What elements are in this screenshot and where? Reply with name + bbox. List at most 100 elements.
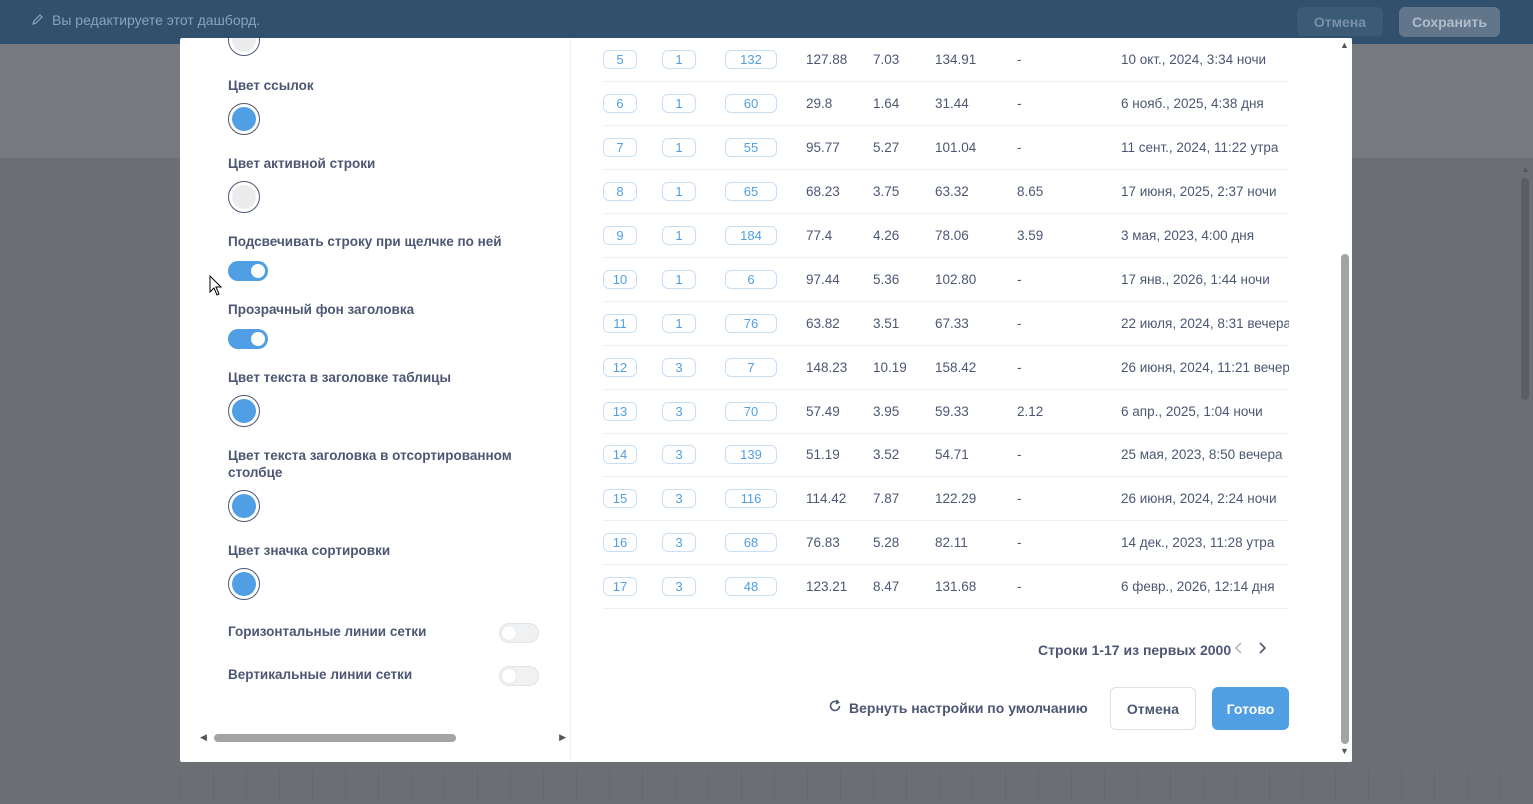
id-pill[interactable]: 116 [725, 489, 777, 509]
link-color-swatch[interactable] [228, 103, 260, 135]
id-pill[interactable]: 1 [662, 94, 696, 114]
scroll-up-icon[interactable]: ▲ [1521, 164, 1530, 174]
table-row[interactable]: 6 1 60 29.8 1.64 31.44 - 6 нояб., 2025, 4:38 дн… [603, 81, 1289, 127]
table-row[interactable]: 7 1 55 95.77 5.27 101.04 - 11 сент., 2024, 11:2… [603, 125, 1289, 171]
table-row[interactable]: 13 3 70 57.49 3.95 59.33 2.12 6 апр., 2025, 1:0… [603, 389, 1289, 434]
table-cell: 184 [725, 213, 806, 258]
sorted-header-color-swatch[interactable] [228, 490, 260, 522]
scroll-down-icon[interactable]: ▼ [1340, 746, 1349, 756]
modal-vertical-scrollbar[interactable]: ▲ ▼ [1338, 38, 1352, 762]
topbar-cancel-button[interactable]: Отмена [1297, 7, 1383, 36]
id-pill[interactable]: 68 [725, 533, 777, 553]
chevron-right-icon[interactable] [1257, 641, 1267, 660]
table-cell: 14 дек., 2023, 11:28 утра [1121, 520, 1289, 566]
table-row[interactable]: 16 3 68 76.83 5.28 82.11 - 14 дек., 2023, 11:28… [603, 520, 1289, 566]
cell-value: 4.26 [873, 228, 900, 243]
sidebar-horizontal-scrollbar[interactable]: ◀ ▶ [200, 732, 566, 744]
table-cell: 6 апр., 2025, 1:04 ночи [1121, 389, 1289, 434]
table-cell: 5.28 [873, 520, 935, 566]
cancel-button[interactable]: Отмена [1110, 687, 1196, 730]
table-row[interactable]: 10 1 6 97.44 5.36 102.80 - 17 янв., 2026, 1:44 … [603, 257, 1289, 302]
color-swatch-previous[interactable] [228, 38, 260, 56]
table-cell: 60 [725, 81, 806, 127]
id-pill[interactable]: 5 [603, 50, 637, 70]
id-pill[interactable]: 14 [603, 445, 637, 465]
table-row[interactable]: 14 3 139 51.19 3.52 54.71 - 25 мая, 2023, 8:50 … [603, 433, 1289, 478]
id-pill[interactable]: 10 [603, 269, 637, 289]
page-scrollbar[interactable]: ▲ [1519, 160, 1531, 804]
done-button[interactable]: Готово [1212, 687, 1289, 730]
cell-value: 31.44 [935, 96, 969, 112]
cell-value: 114.42 [806, 491, 847, 507]
table-cell: 26 июня, 2024, 2:24 ночи [1121, 476, 1289, 522]
table-row[interactable]: 15 3 116 114.42 7.87 122.29 - 26 июня, 2024, 2:… [603, 476, 1289, 522]
settings-sidebar: Цвет ссылок Цвет активной строки Подсвеч… [180, 38, 571, 762]
id-pill[interactable]: 3 [662, 401, 696, 421]
id-pill[interactable]: 184 [725, 226, 777, 245]
active-row-color-swatch[interactable] [228, 181, 260, 213]
table-row[interactable]: 12 3 7 148.23 10.19 158.42 - 26 июня, 2024, 11:… [603, 345, 1289, 390]
table-cell: 7 [603, 125, 662, 171]
id-pill[interactable]: 3 [662, 533, 696, 553]
table-row[interactable]: 5 1 132 127.88 7.03 134.91 - 10 окт., 2024, 3:3… [603, 38, 1289, 83]
page-scrollbar-thumb[interactable] [1521, 178, 1529, 400]
id-pill[interactable]: 17 [603, 577, 637, 597]
header-text-color-swatch[interactable] [228, 395, 260, 427]
table-row[interactable]: 11 1 76 63.82 3.51 67.33-22 июля, 2024, 8:31 … [603, 301, 1289, 346]
refresh-icon [828, 699, 842, 716]
id-pill[interactable]: 132 [725, 50, 777, 70]
table-cell: 55 [725, 125, 806, 171]
id-pill[interactable]: 3 [662, 357, 696, 377]
table-cell: 7.03 [873, 38, 935, 83]
id-pill[interactable]: 70 [725, 401, 777, 421]
id-pill[interactable]: 1 [662, 138, 696, 158]
table-cell: 4.26 [873, 213, 935, 258]
color-swatch-fill [232, 38, 256, 52]
id-pill[interactable]: 3 [662, 489, 696, 509]
id-pill[interactable]: 1 [662, 226, 696, 245]
id-pill[interactable]: 16 [603, 533, 637, 553]
id-pill[interactable]: 11 [603, 313, 637, 333]
id-pill[interactable]: 8 [603, 182, 637, 202]
transparent-header-toggle[interactable] [228, 329, 268, 349]
horizontal-grid-toggle[interactable] [499, 623, 539, 643]
id-pill[interactable]: 3 [662, 445, 696, 465]
scroll-left-icon[interactable]: ◀ [200, 732, 207, 743]
table-row[interactable]: 17 3 48 123.21 8.47 131.68 - 6 февр., 2026, 12:… [603, 564, 1289, 610]
id-pill[interactable]: 13 [603, 401, 637, 421]
scroll-up-icon[interactable]: ▲ [1340, 40, 1349, 50]
cell-value: 131.68 [935, 579, 977, 595]
cell-value: 59.33 [935, 403, 969, 419]
id-pill[interactable]: 55 [725, 138, 777, 158]
id-pill[interactable]: 48 [725, 577, 777, 597]
table-row[interactable]: 8 1 65 68.23 3.75 63.32 8.65 17 июня, 2025, 2:3… [603, 169, 1289, 215]
table-cell: 7.87 [873, 476, 935, 522]
vertical-grid-toggle[interactable] [499, 666, 539, 686]
cell-value: 10.19 [873, 359, 907, 375]
id-pill[interactable]: 6 [603, 94, 637, 114]
table-row[interactable]: 9 1 184 77.4 4.26 78.06 3.59 3 мая, 2023, 4:00 … [603, 213, 1289, 258]
id-pill[interactable]: 76 [725, 313, 777, 333]
id-pill[interactable]: 1 [662, 313, 696, 333]
sort-icon-color-swatch[interactable] [228, 568, 260, 600]
id-pill[interactable]: 3 [662, 577, 696, 597]
id-pill[interactable]: 1 [662, 182, 696, 202]
id-pill[interactable]: 7 [725, 357, 777, 377]
id-pill[interactable]: 60 [725, 94, 777, 114]
highlight-row-toggle[interactable] [228, 261, 268, 281]
reset-defaults-button[interactable]: Вернуть настройки по умолчанию [828, 699, 1088, 716]
id-pill[interactable]: 139 [725, 445, 777, 465]
chevron-left-icon[interactable] [1234, 641, 1244, 660]
id-pill[interactable]: 9 [603, 226, 637, 245]
id-pill[interactable]: 1 [662, 50, 696, 70]
scroll-right-icon[interactable]: ▶ [559, 732, 566, 743]
id-pill[interactable]: 1 [662, 269, 696, 289]
id-pill[interactable]: 12 [603, 357, 637, 377]
id-pill[interactable]: 6 [725, 269, 777, 289]
topbar-save-button[interactable]: Сохранить [1399, 7, 1500, 37]
id-pill[interactable]: 15 [603, 489, 637, 509]
id-pill[interactable]: 7 [603, 138, 637, 158]
modal-scrollbar-thumb[interactable] [1341, 254, 1349, 744]
sidebar-scrollbar-thumb[interactable] [214, 734, 456, 742]
id-pill[interactable]: 65 [725, 182, 777, 202]
